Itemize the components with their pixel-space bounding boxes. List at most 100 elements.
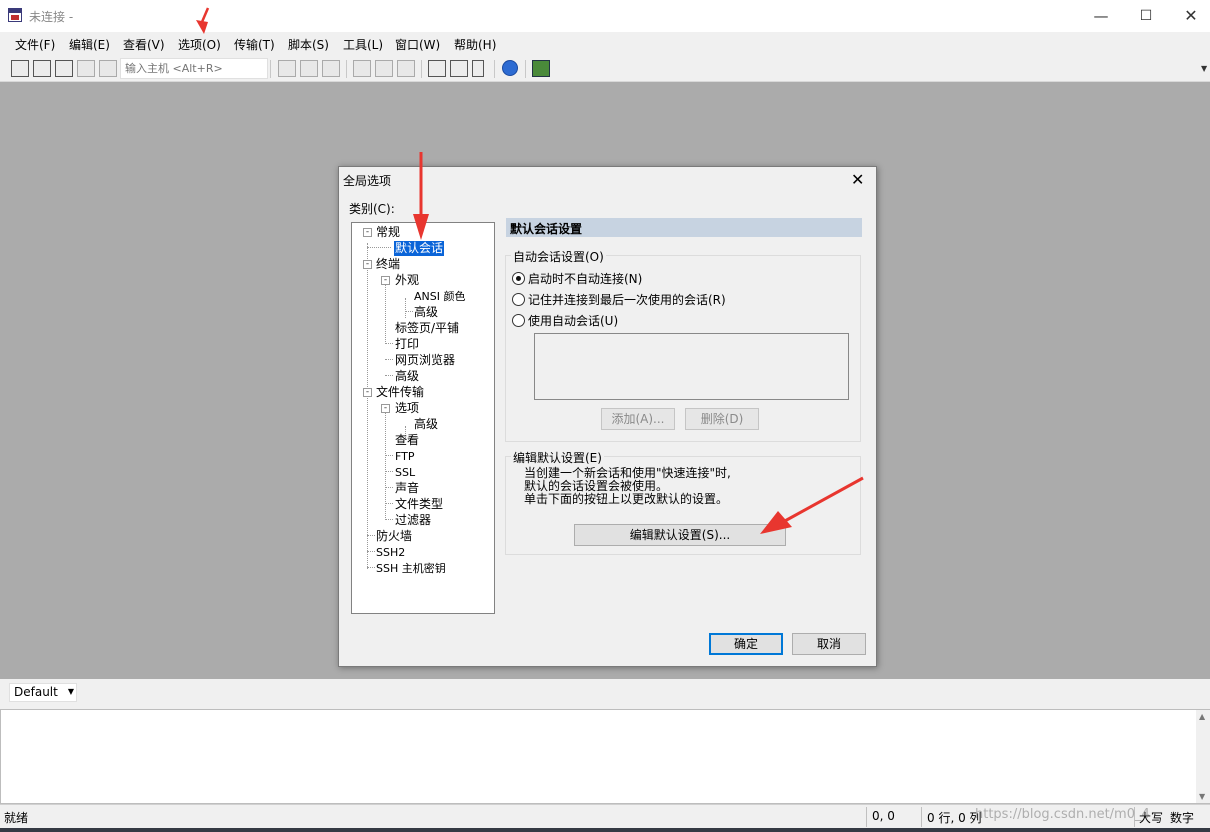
menu-edit[interactable]: 编辑(E) [69,36,110,53]
tree-line [367,243,368,569]
print-setup-icon[interactable] [353,60,371,77]
tree-item-ssl[interactable]: SSL [395,465,415,480]
radio-remember-last-session[interactable]: 记住并连接到最后一次使用的会话(R) [512,291,726,308]
collapse-icon[interactable]: - [381,276,390,285]
tree-item-filters[interactable]: 过滤器 [395,513,431,528]
tree-item-file-transfer[interactable]: 文件传输 [376,385,424,400]
delete-button[interactable]: 删除(D) [685,408,759,430]
dialog-close-button[interactable]: ✕ [851,170,864,189]
collapse-icon[interactable]: - [363,260,372,269]
session-dropdown[interactable]: Default ▼ [9,683,77,702]
tree-item-print[interactable]: 打印 [395,337,419,352]
paste-icon[interactable] [300,60,318,77]
tree-item-appearance-advanced[interactable]: 高级 [414,305,438,320]
scroll-up-icon[interactable]: ▲ [1199,712,1205,721]
tree-item-appearance[interactable]: 外观 [395,273,419,288]
tree-line [367,551,375,552]
title-bar: 未连接 - — ☐ ✕ [0,0,1210,32]
help-icon[interactable] [502,60,518,76]
tree-item-tabs-tiling[interactable]: 标签页/平铺 [395,321,459,336]
tree-line [367,535,375,536]
print-icon[interactable] [397,60,415,77]
scroll-down-icon[interactable]: ▼ [1199,792,1205,801]
section-header: 默认会话设置 [506,218,862,237]
menu-transfer[interactable]: 传输(T) [234,36,275,53]
collapse-icon[interactable]: - [381,404,390,413]
maximize-button[interactable]: ☐ [1123,0,1169,32]
tree-item-firewall[interactable]: 防火墙 [376,529,412,544]
add-button[interactable]: 添加(A)... [601,408,675,430]
app-icon [8,8,22,22]
session-options-icon[interactable] [428,60,446,77]
tree-line [385,343,393,344]
taskbar-strip [0,828,1210,832]
tree-item-ssh2[interactable]: SSH2 [376,545,405,560]
radio-icon[interactable] [512,272,525,285]
tree-line [385,282,386,342]
tree-item-terminal-advanced[interactable]: 高级 [395,369,419,384]
disconnect-icon[interactable] [99,60,117,77]
tree-item-general[interactable]: 常规 [376,225,400,240]
minimize-button[interactable]: — [1078,0,1124,32]
key-icon[interactable] [472,60,484,77]
tree-line [405,311,413,312]
tree-item-terminal[interactable]: 终端 [376,257,400,272]
ok-button[interactable]: 确定 [709,633,783,655]
command-window-scrollbar[interactable]: ▲ ▼ [1196,710,1210,803]
menu-view[interactable]: 查看(V) [123,36,165,53]
tree-line [385,410,386,518]
collapse-icon[interactable]: - [363,228,372,237]
session-bar [0,679,1210,709]
edit-default-settings-button[interactable]: 编辑默认设置(S)... [574,524,786,546]
radio-use-auto-session[interactable]: 使用自动会话(U) [512,312,618,329]
tree-line [385,503,393,504]
close-window-button[interactable]: ✕ [1168,0,1210,32]
print-preview-icon[interactable] [375,60,393,77]
tree-line [385,471,393,472]
quick-connect-icon[interactable] [33,60,51,77]
host-input[interactable] [120,58,268,79]
tree-item-transfer-advanced[interactable]: 高级 [414,417,438,432]
radio-label: 记住并连接到最后一次使用的会话(R) [528,293,726,307]
menu-script[interactable]: 脚本(S) [288,36,329,53]
radio-no-auto-connect[interactable]: 启动时不自动连接(N) [512,270,642,287]
command-window[interactable] [0,709,1210,804]
collapse-icon[interactable]: - [363,388,372,397]
menu-options[interactable]: 选项(O) [178,36,221,53]
find-icon[interactable] [322,60,340,77]
sftp-icon[interactable] [532,60,550,77]
tree-item-file-types[interactable]: 文件类型 [395,497,443,512]
tree-item-default-session[interactable]: 默认会话 [394,241,445,256]
toolbar-overflow-icon[interactable]: ▼ [1201,64,1207,73]
copy-icon[interactable] [278,60,296,77]
tree-item-transfer-options[interactable]: 选项 [395,401,419,416]
status-num: 数字 [1170,811,1195,825]
toolbar-separator [421,60,422,78]
connect-icon[interactable] [11,60,29,77]
tree-item-sound[interactable]: 声音 [395,481,419,496]
cancel-button[interactable]: 取消 [792,633,866,655]
window-title: 未连接 - [29,10,74,24]
menu-tools[interactable]: 工具(L) [343,36,383,53]
tree-line [367,567,375,568]
reconnect-icon[interactable] [77,60,95,77]
radio-icon[interactable] [512,293,525,306]
tree-item-view[interactable]: 查看 [395,433,419,448]
tree-item-web-browser[interactable]: 网页浏览器 [395,353,455,368]
tree-item-ftp[interactable]: FTP [395,449,415,464]
session-manager-icon[interactable] [55,60,73,77]
menu-bar: 文件(F) 编辑(E) 查看(V) 选项(O) 传输(T) 脚本(S) 工具(L… [0,32,1210,56]
global-options-icon[interactable] [450,60,468,77]
tree-line [385,359,393,360]
menu-help[interactable]: 帮助(H) [454,36,496,53]
auto-session-list[interactable] [534,333,849,400]
tree-item-ssh-host-keys[interactable]: SSH 主机密钥 [376,561,446,576]
radio-icon[interactable] [512,314,525,327]
menu-window[interactable]: 窗口(W) [395,36,440,53]
tree-item-ansi-colors[interactable]: ANSI 颜色 [414,289,465,304]
tree-line [367,247,391,248]
chevron-down-icon[interactable]: ▼ [68,687,74,696]
menu-file[interactable]: 文件(F) [15,36,55,53]
edit-defaults-description: 当创建一个新会话和使用"快速连接"时, 默认的会话设置会被使用。 单击下面的按钮… [524,466,731,506]
toolbar-separator [494,60,495,78]
